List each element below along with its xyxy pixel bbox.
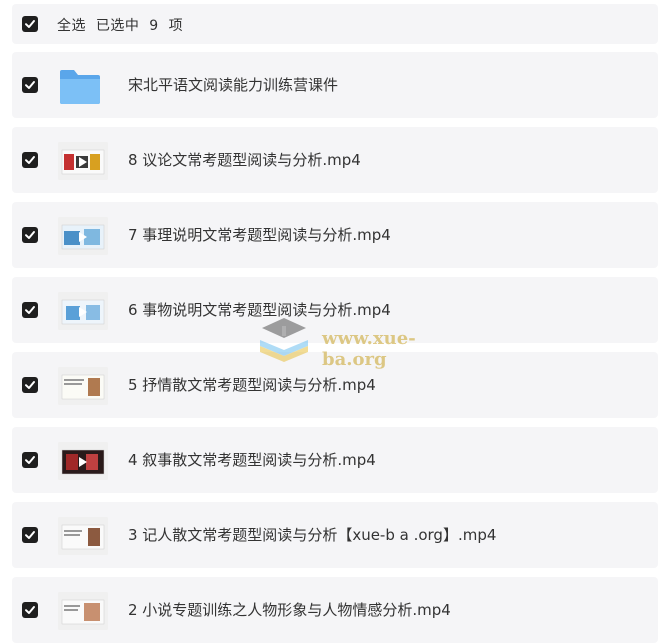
file-row[interactable]: 2 小说专题训练之人物形象与人物情感分析.mp4 — [12, 577, 658, 643]
row-checkbox[interactable] — [22, 302, 38, 318]
file-row[interactable]: 7 事理说明文常考题型阅读与分析.mp4 — [12, 202, 658, 268]
file-name: 7 事理说明文常考题型阅读与分析.mp4 — [128, 226, 391, 244]
file-name: 8 议论文常考题型阅读与分析.mp4 — [128, 151, 361, 169]
check-icon — [25, 81, 35, 89]
row-checkbox[interactable] — [22, 377, 38, 393]
selection-summary: 全选 已选中 9 项 — [57, 18, 184, 34]
file-name: 4 叙事散文常考题型阅读与分析.mp4 — [128, 451, 376, 469]
file-row[interactable]: 3 记人散文常考题型阅读与分析【xue-b a .org】.mp4 — [12, 502, 658, 568]
check-icon — [25, 531, 35, 539]
file-row-folder[interactable]: 宋北平语文阅读能力训练营课件 — [12, 52, 658, 118]
row-checkbox[interactable] — [22, 77, 38, 93]
file-row[interactable]: 4 叙事散文常考题型阅读与分析.mp4 — [12, 427, 658, 493]
file-row[interactable]: 8 议论文常考题型阅读与分析.mp4 — [12, 127, 658, 193]
video-thumbnail — [58, 517, 108, 555]
video-thumbnail — [58, 292, 108, 330]
file-name: 6 事物说明文常考题型阅读与分析.mp4 — [128, 301, 391, 319]
select-all-bar: 全选 已选中 9 项 — [12, 4, 658, 44]
check-icon — [25, 456, 35, 464]
check-icon — [25, 381, 35, 389]
check-icon — [25, 20, 35, 28]
row-checkbox[interactable] — [22, 227, 38, 243]
folder-icon — [60, 70, 100, 104]
file-row[interactable]: 5 抒情散文常考题型阅读与分析.mp4 — [12, 352, 658, 418]
row-checkbox[interactable] — [22, 452, 38, 468]
file-name: 5 抒情散文常考题型阅读与分析.mp4 — [128, 376, 376, 394]
file-name: 3 记人散文常考题型阅读与分析【xue-b a .org】.mp4 — [128, 526, 497, 544]
video-thumbnail — [58, 442, 108, 480]
select-all-checkbox[interactable] — [22, 16, 38, 32]
file-row[interactable]: 6 事物说明文常考题型阅读与分析.mp4 — [12, 277, 658, 343]
file-name: 宋北平语文阅读能力训练营课件 — [128, 76, 339, 94]
row-checkbox[interactable] — [22, 527, 38, 543]
check-icon — [25, 231, 35, 239]
check-icon — [25, 606, 35, 614]
row-checkbox[interactable] — [22, 602, 38, 618]
check-icon — [25, 306, 35, 314]
video-thumbnail — [58, 142, 108, 180]
row-checkbox[interactable] — [22, 152, 38, 168]
check-icon — [25, 156, 35, 164]
file-name: 2 小说专题训练之人物形象与人物情感分析.mp4 — [128, 601, 451, 619]
video-thumbnail — [58, 367, 108, 405]
video-thumbnail — [58, 592, 108, 630]
video-thumbnail — [58, 217, 108, 255]
